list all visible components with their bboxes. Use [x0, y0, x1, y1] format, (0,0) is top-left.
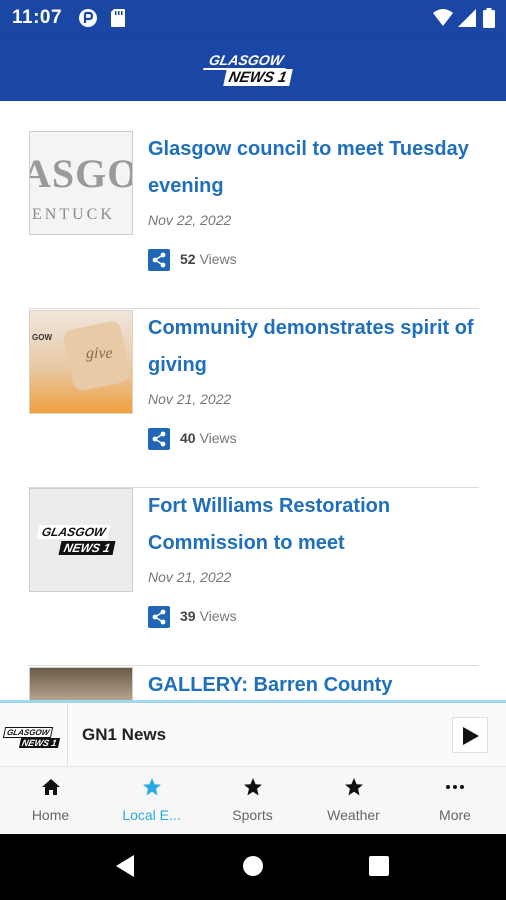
status-bar: 11:07 — [0, 0, 506, 36]
logo-text-bottom: NEWS 1 — [58, 541, 116, 555]
play-button[interactable] — [452, 717, 488, 753]
article-title[interactable]: GALLERY: Barren County — [148, 667, 478, 700]
article-thumbnail[interactable]: GLASGOW NEWS 1 — [29, 488, 133, 592]
star-icon — [101, 777, 202, 801]
share-icon[interactable] — [148, 249, 170, 271]
news-feed[interactable]: ASGO ENTUCK Glasgow council to meet Tues… — [0, 101, 506, 700]
views-count: 40 — [180, 430, 196, 446]
article-card[interactable]: GALLERY: Barren County — [28, 667, 479, 700]
article-card[interactable]: ASGO ENTUCK Glasgow council to meet Tues… — [28, 131, 479, 309]
views-label: Views — [199, 251, 237, 267]
article-date: Nov 21, 2022 — [148, 391, 232, 407]
article-thumbnail[interactable] — [29, 667, 133, 700]
status-time: 11:07 — [12, 7, 63, 28]
logo-text-top: GLASGOW — [2, 727, 54, 738]
battery-icon — [483, 8, 495, 33]
audio-player[interactable]: GLASGOW NEWS 1 GN1 News — [0, 700, 506, 766]
recents-icon[interactable] — [369, 856, 389, 881]
signal-icon — [457, 8, 477, 33]
sd-card-icon — [110, 8, 126, 33]
article-title[interactable]: Glasgow council to meet Tuesday evening — [148, 131, 478, 205]
nav-item-local-events[interactable]: Local E... — [101, 767, 202, 835]
share-icon[interactable] — [148, 606, 170, 628]
article-title[interactable]: Fort Williams Restoration Commission to … — [148, 488, 478, 562]
play-icon — [463, 727, 479, 745]
article-card[interactable]: GLASGOW NEWS 1 Fort Williams Restoration… — [28, 488, 479, 666]
app-header: GLASGOW NEWS 1 — [0, 36, 506, 101]
wifi-icon — [432, 8, 454, 33]
logo-text-top: GLASGOW — [36, 525, 111, 539]
glasgow-news-logo[interactable]: GLASGOW NEWS 1 — [203, 52, 305, 86]
nav-label: Weather — [327, 807, 380, 823]
article-views: 39 Views — [180, 608, 237, 624]
article-date: Nov 21, 2022 — [148, 569, 232, 585]
system-nav-bar — [0, 834, 506, 900]
article-views: 52 Views — [180, 251, 237, 267]
thumb-text-bottom: ENTUCK — [32, 206, 115, 223]
nav-label: Sports — [232, 807, 273, 823]
views-label: Views — [199, 608, 237, 624]
views-count: 39 — [180, 608, 196, 624]
back-icon[interactable] — [114, 854, 136, 883]
nav-label: Home — [31, 807, 70, 823]
star-icon — [303, 777, 404, 801]
star-icon — [202, 777, 303, 801]
station-name: GN1 News — [82, 725, 167, 744]
article-date: Nov 22, 2022 — [148, 212, 232, 228]
station-logo: GLASGOW NEWS 1 — [0, 703, 68, 766]
nav-item-home[interactable]: Home — [0, 767, 101, 835]
article-thumbnail[interactable]: ASGO ENTUCK — [29, 131, 133, 235]
thumb-text-top: ASGO — [30, 151, 133, 196]
home-button-icon[interactable] — [242, 855, 264, 882]
data-saver-icon — [78, 8, 98, 33]
logo-text-bottom: NEWS 1 — [223, 69, 293, 86]
nav-label: More — [439, 807, 471, 823]
article-thumbnail[interactable]: give GOW — [29, 310, 133, 414]
bottom-nav: Home Local E... Sports Weather More — [0, 766, 506, 834]
divider — [28, 665, 479, 666]
more-icon — [404, 777, 506, 801]
nav-item-weather[interactable]: Weather — [303, 767, 404, 835]
views-count: 52 — [180, 251, 196, 267]
article-title[interactable]: Community demonstrates spirit of giving — [148, 310, 478, 384]
divider — [28, 308, 479, 309]
nav-item-sports[interactable]: Sports — [202, 767, 303, 835]
thumb-text-bottom: GOW — [32, 333, 52, 342]
article-views: 40 Views — [180, 430, 237, 446]
glasgow-news-logo: GLASGOW NEWS 1 — [2, 727, 66, 751]
logo-text-bottom: NEWS 1 — [18, 738, 60, 748]
nav-item-more[interactable]: More — [404, 767, 506, 835]
views-label: Views — [199, 430, 237, 446]
article-card[interactable]: give GOW Community demonstrates spirit o… — [28, 310, 479, 488]
logo-text-top: GLASGOW — [203, 52, 289, 70]
thumb-text-top: give — [86, 345, 113, 362]
share-icon[interactable] — [148, 428, 170, 450]
glasgow-news-logo: GLASGOW NEWS 1 — [36, 525, 132, 559]
nav-label: Local E... — [122, 807, 181, 823]
home-icon — [0, 777, 101, 801]
